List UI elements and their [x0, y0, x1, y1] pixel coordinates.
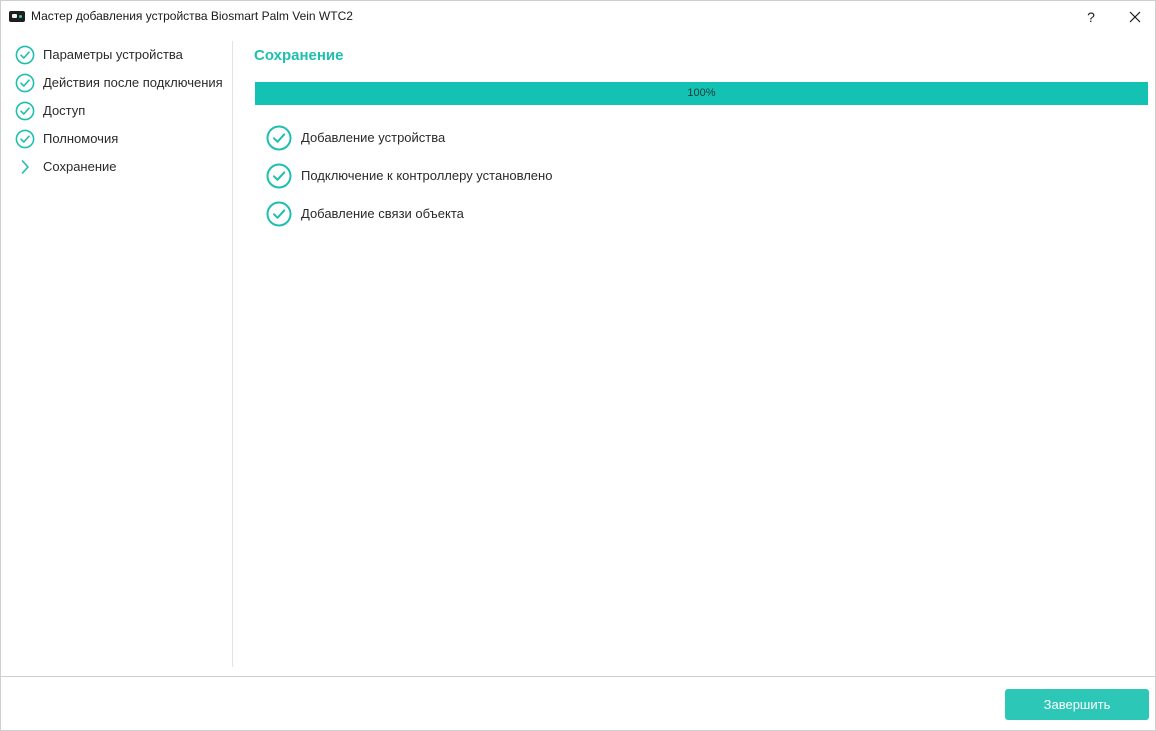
app-icon	[9, 11, 25, 22]
check-circle-icon	[15, 73, 35, 93]
task-label: Добавление устройства	[301, 130, 446, 145]
check-circle-icon	[15, 45, 35, 65]
progress-bar: 100%	[255, 82, 1148, 105]
step-label: Доступ	[43, 103, 86, 118]
step-actions-after-connection[interactable]: Действия после подключения	[1, 69, 232, 97]
page-title: Сохранение	[254, 47, 344, 64]
step-device-parameters[interactable]: Параметры устройства	[1, 41, 232, 69]
step-label: Сохранение	[43, 159, 117, 174]
check-circle-icon	[266, 125, 292, 151]
step-permissions[interactable]: Полномочия	[1, 125, 232, 153]
check-circle-icon	[266, 201, 292, 227]
window-title: Мастер добавления устройства Biosmart Pa…	[31, 9, 353, 23]
step-label: Действия после подключения	[43, 75, 223, 90]
task-label: Подключение к контроллеру установлено	[301, 168, 553, 183]
chevron-right-icon	[21, 160, 29, 174]
progress-text: 100%	[687, 87, 716, 99]
help-button[interactable]: ?	[1069, 1, 1113, 33]
close-button[interactable]	[1113, 1, 1156, 33]
step-label: Полномочия	[43, 131, 119, 146]
finish-button[interactable]: Завершить	[1005, 689, 1149, 720]
wizard-window: Мастер добавления устройства Biosmart Pa…	[0, 0, 1156, 731]
task-label: Добавление связи объекта	[301, 206, 464, 221]
check-circle-icon	[15, 129, 35, 149]
step-saving[interactable]: Сохранение	[1, 153, 232, 181]
step-label: Параметры устройства	[43, 47, 183, 62]
step-access[interactable]: Доступ	[1, 97, 232, 125]
close-icon	[1129, 11, 1141, 23]
title-bar: Мастер добавления устройства Biosmart Pa…	[1, 1, 1155, 33]
footer-divider	[1, 676, 1155, 677]
check-circle-icon	[266, 163, 292, 189]
wizard-steps-sidebar: Параметры устройства Действия после подк…	[1, 41, 233, 667]
check-circle-icon	[15, 101, 35, 121]
